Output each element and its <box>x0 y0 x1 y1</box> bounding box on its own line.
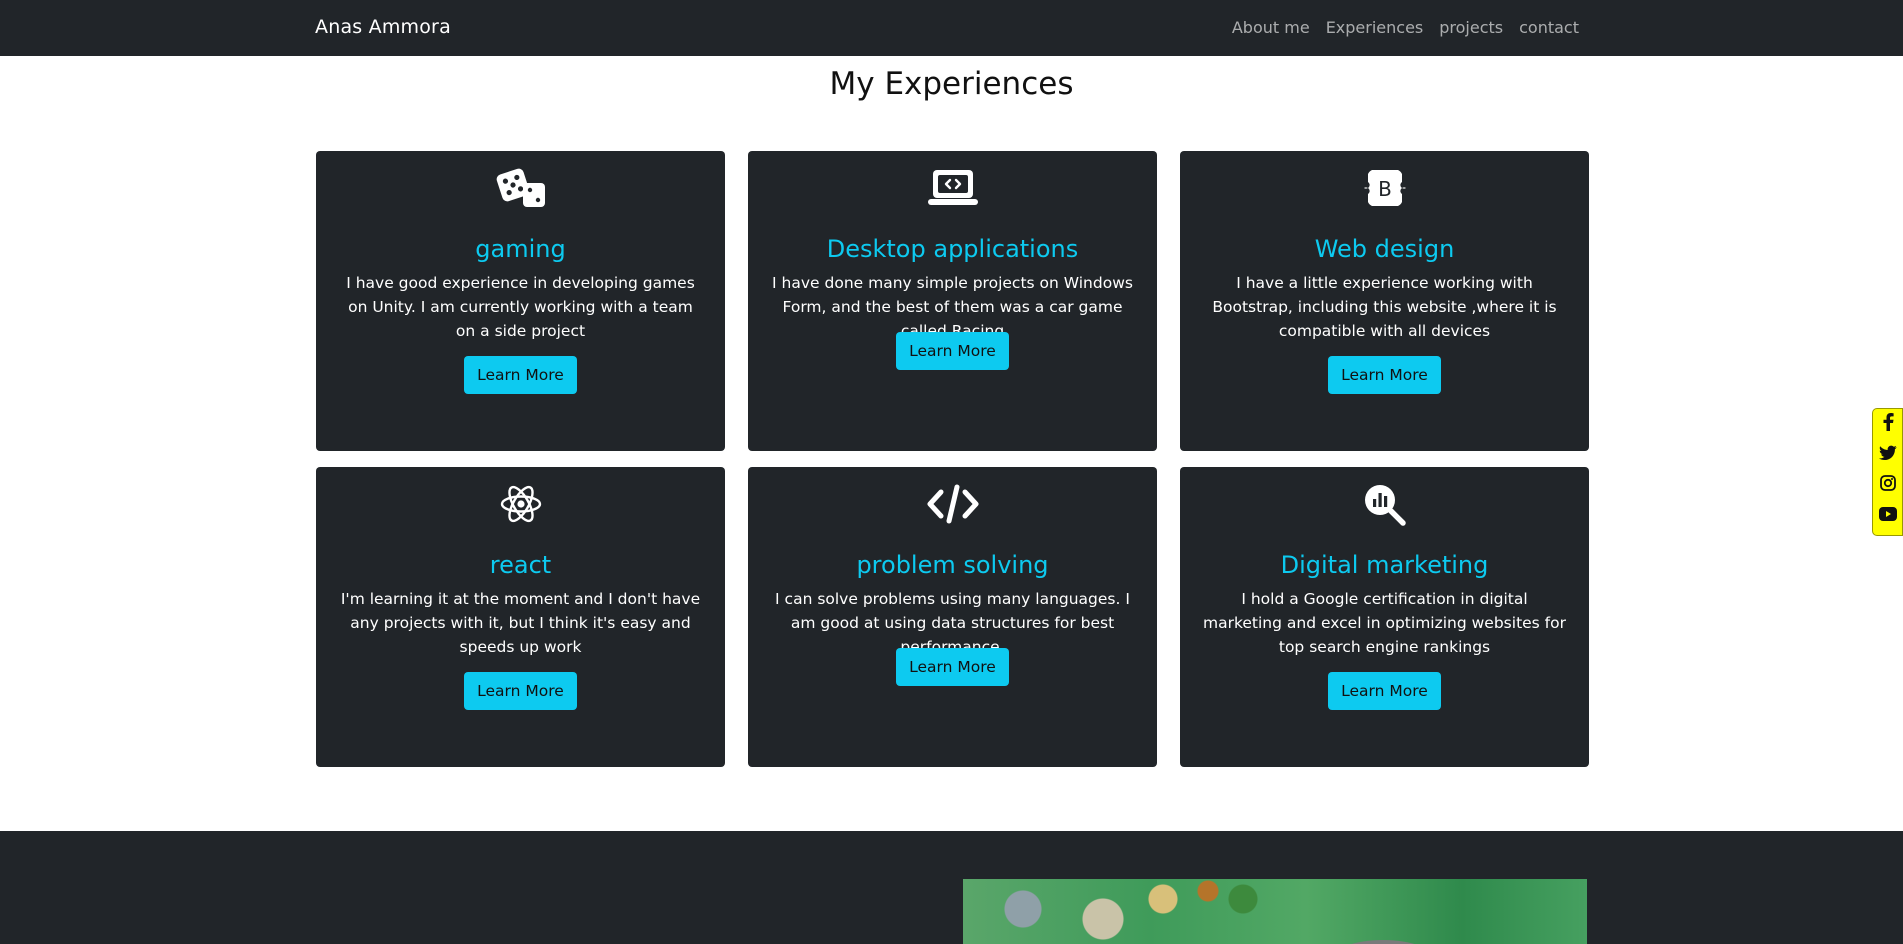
social-sidebar <box>1872 408 1903 536</box>
card-text: I have a little experience working with … <box>1212 274 1557 340</box>
experience-card-react: react I'm learning it at the moment and … <box>316 467 725 767</box>
react-icon <box>316 481 725 527</box>
learn-more-button[interactable]: Learn More <box>1328 672 1441 710</box>
experience-card-gaming: gaming I have good experience in develop… <box>316 151 725 451</box>
card-title: problem solving <box>856 551 1049 579</box>
youtube-icon[interactable] <box>1879 505 1897 523</box>
card-text: I have good experience in developing gam… <box>346 274 695 340</box>
dice-icon <box>316 165 725 211</box>
experience-card-problem-solving: problem solving I can solve problems usi… <box>748 467 1157 767</box>
code-icon <box>748 481 1157 527</box>
svg-text:B: B <box>1378 177 1392 201</box>
card-title: gaming <box>475 235 566 263</box>
card-title: Desktop applications <box>826 235 1079 263</box>
nav-link-experiences[interactable]: Experiences <box>1326 18 1424 37</box>
brand-name[interactable]: Anas Ammora <box>315 16 451 38</box>
nav-link-about[interactable]: About me <box>1232 18 1310 37</box>
nav-link-contact[interactable]: contact <box>1519 18 1579 37</box>
experience-card-desktop: Desktop applications I have done many si… <box>748 151 1157 451</box>
card-title: react <box>489 551 552 579</box>
instagram-icon[interactable] <box>1879 474 1897 492</box>
experience-card-web-design: B Web design I have a little experience … <box>1180 151 1589 451</box>
learn-more-button[interactable]: Learn More <box>896 332 1009 370</box>
bootstrap-icon: B <box>1180 165 1589 211</box>
twitter-icon[interactable] <box>1879 444 1897 462</box>
facebook-icon[interactable] <box>1879 413 1897 431</box>
card-title: Web design <box>1314 235 1455 263</box>
experience-card-digital-marketing: Digital marketing I hold a Google certif… <box>1180 467 1589 767</box>
learn-more-button[interactable]: Learn More <box>464 672 577 710</box>
nav-link-projects[interactable]: projects <box>1439 18 1503 37</box>
projects-section <box>0 831 1903 944</box>
nav-links: About me Experiences projects contact <box>1232 18 1579 37</box>
card-text: I'm learning it at the moment and I don'… <box>340 590 701 656</box>
learn-more-button[interactable]: Learn More <box>464 356 577 394</box>
section-title: My Experiences <box>829 66 1074 102</box>
card-title: Digital marketing <box>1280 551 1489 579</box>
card-text: I hold a Google certification in digital… <box>1202 590 1566 656</box>
navbar: Anas Ammora About me Experiences project… <box>0 0 1903 56</box>
laptop-code-icon <box>748 165 1157 211</box>
project-preview-image <box>963 879 1587 944</box>
magnifier-chart-icon <box>1180 481 1589 527</box>
learn-more-button[interactable]: Learn More <box>896 648 1009 686</box>
learn-more-button[interactable]: Learn More <box>1328 356 1441 394</box>
